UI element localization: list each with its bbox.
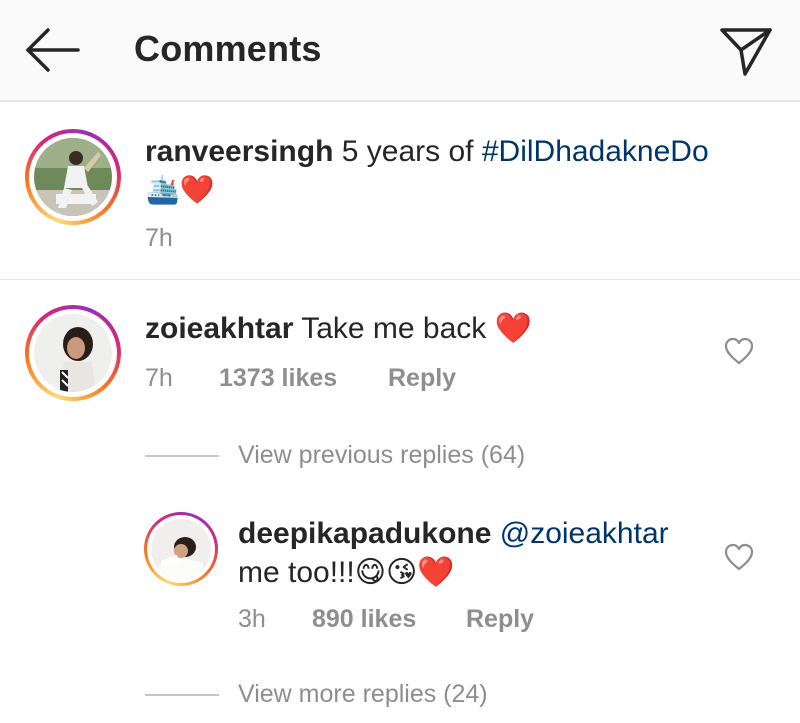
comment-time: 7h (145, 364, 173, 392)
caption-body: 5 years of (341, 135, 474, 168)
comment-likes[interactable]: 1373 likes (219, 364, 337, 393)
avatar[interactable] (144, 512, 218, 586)
avatar-photo (151, 519, 211, 579)
view-more-replies-link[interactable]: View more replies (24) (238, 680, 488, 709)
post-caption: ranveersingh 5 years of #DilDhadakneDo 🛳… (0, 104, 800, 280)
reply-time: 3h (238, 605, 266, 633)
comment-username[interactable]: zoieakhtar (145, 312, 293, 345)
reply-reply-button[interactable]: Reply (466, 605, 534, 634)
reply-mention[interactable]: @zoieakhtar (500, 517, 669, 550)
page-title: Comments (134, 28, 322, 69)
share-button[interactable] (718, 22, 774, 78)
reply-text-line-2: me too!!!😋😘❤️ (238, 555, 455, 591)
comment-body: Take me back (301, 312, 487, 345)
avatar[interactable] (25, 129, 121, 225)
reply-likes[interactable]: 890 likes (312, 605, 416, 634)
avatar-photo (34, 314, 112, 392)
comment-text: zoieakhtar Take me back ❤️ (145, 311, 532, 347)
divider (145, 455, 219, 457)
reply-emoji: 😋😘❤️ (354, 556, 455, 589)
caption-text: ranveersingh 5 years of #DilDhadakneDo (145, 134, 709, 170)
reply-text-line-1: deepikapadukone @zoieakhtar (238, 516, 669, 552)
paper-plane-icon (720, 28, 772, 76)
reply-body: me too!!! (238, 556, 355, 589)
avatar[interactable] (25, 305, 121, 401)
caption-username[interactable]: ranveersingh (145, 135, 333, 168)
heart-outline-icon[interactable] (724, 543, 754, 571)
divider (145, 694, 219, 696)
caption-emoji: 🛳️❤️ (145, 174, 215, 205)
back-button[interactable] (22, 26, 82, 76)
avatar-photo (34, 138, 112, 216)
heart-outline-icon[interactable] (724, 337, 754, 365)
view-previous-replies-link[interactable]: View previous replies (64) (238, 441, 525, 470)
arrow-left-icon (26, 28, 80, 72)
caption-hashtag[interactable]: #DilDhadakneDo (482, 135, 709, 168)
top-bar: Comments (0, 0, 800, 102)
comment-reply-button[interactable]: Reply (388, 364, 456, 393)
caption-time: 7h (145, 224, 173, 252)
comment-emoji: ❤️ (494, 312, 532, 345)
reply-username[interactable]: deepikapadukone (238, 517, 491, 550)
